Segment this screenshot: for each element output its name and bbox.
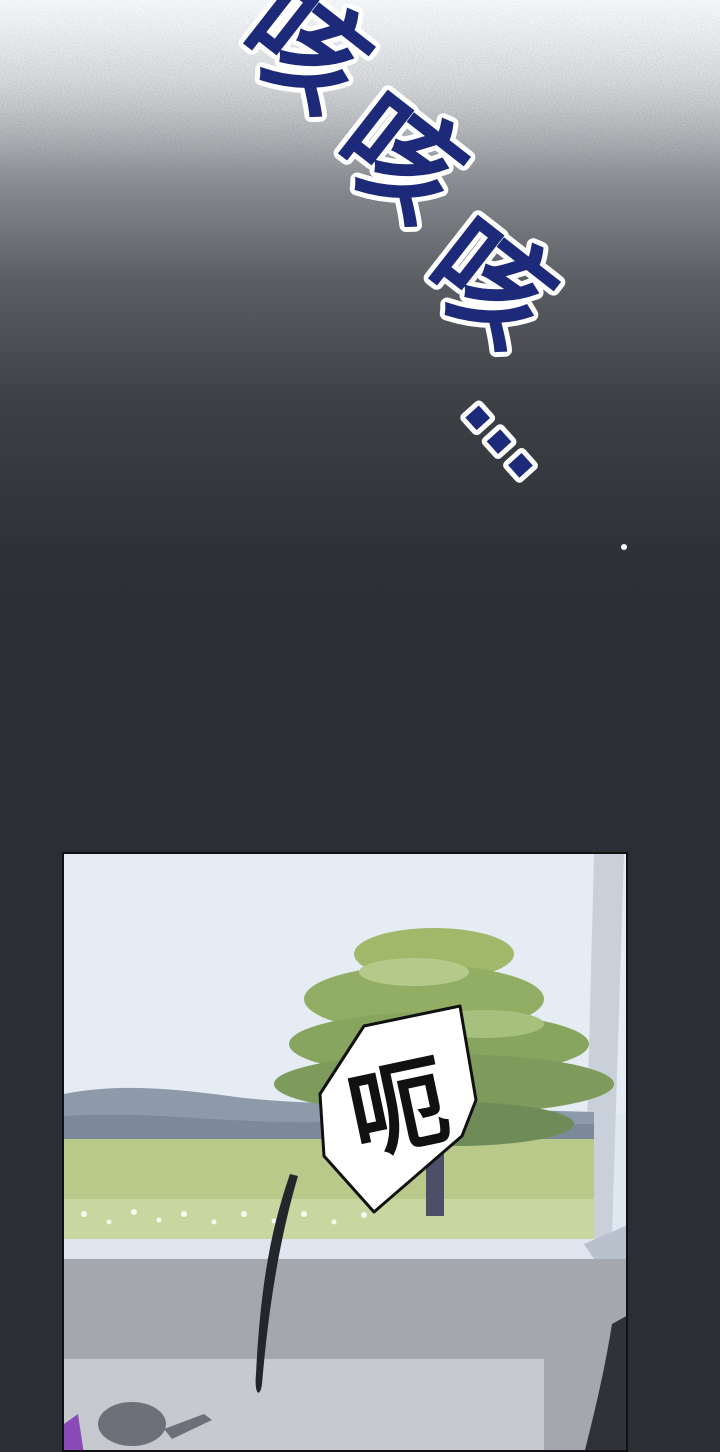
comic-panel: 呃 [62,852,628,1452]
window-sill [64,1239,626,1259]
window-scene: 呃 [64,854,626,1450]
sfx-char-3: 咳 [401,192,579,373]
sparkle [621,544,627,550]
sfx-ellipsis: … [443,352,590,498]
comic-page: 咳 咳 咳 … 呃 [0,0,720,1452]
cough-sound-effect: 咳 咳 咳 … [211,0,627,550]
